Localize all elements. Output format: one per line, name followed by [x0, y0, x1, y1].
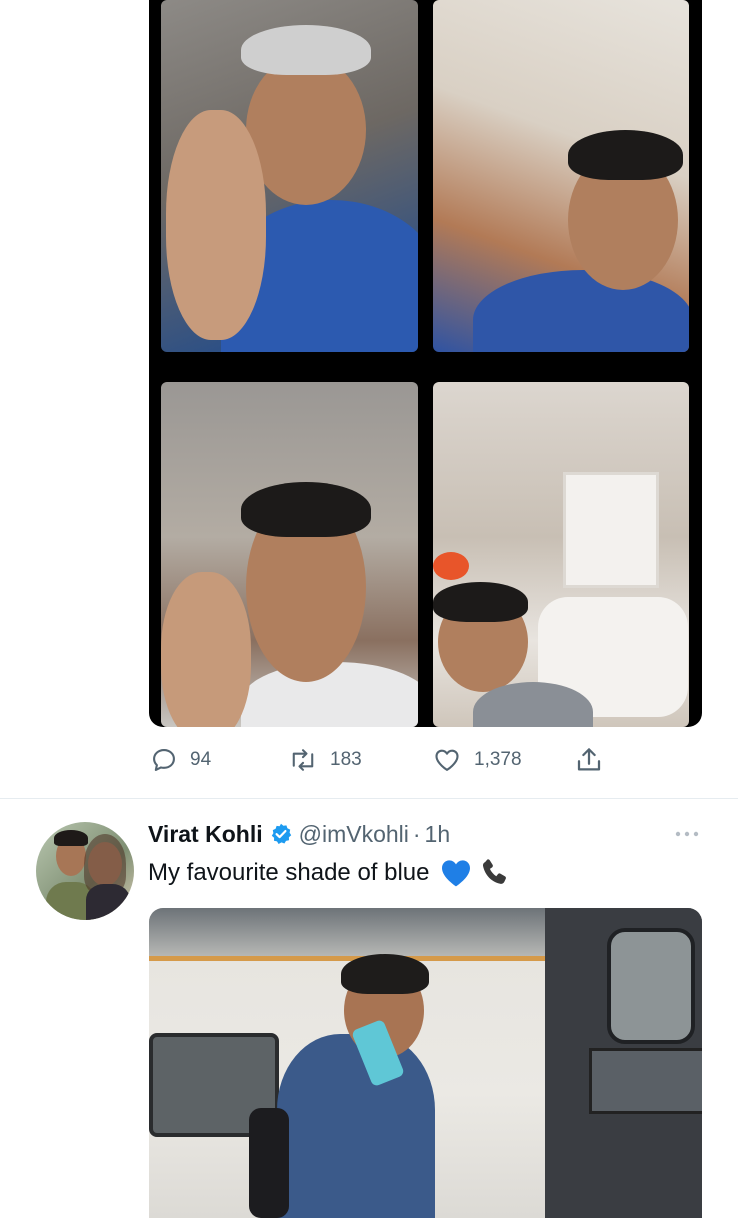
tweet-header: Virat Kohli @imVkohli · 1h: [148, 817, 450, 851]
like-icon: [432, 746, 462, 774]
tweet-text: My favourite shade of blue: [148, 856, 512, 890]
share-icon: [574, 745, 604, 775]
avatar[interactable]: [36, 822, 134, 920]
tweet-photo[interactable]: [149, 908, 702, 1218]
video-tile-3: [161, 382, 418, 727]
tweet-divider: [0, 798, 738, 799]
tweet-timestamp[interactable]: 1h: [425, 821, 451, 848]
author-handle[interactable]: @imVkohli: [299, 821, 409, 848]
tweet-body: My favourite shade of blue: [148, 859, 430, 886]
more-options-icon[interactable]: [672, 822, 702, 846]
video-tile-2: [433, 0, 689, 352]
tweet-action-bar: 94 183 1,378: [0, 740, 738, 780]
retweet-count: 183: [330, 749, 362, 770]
video-call-media-grid[interactable]: [149, 0, 702, 727]
blue-heart-icon: [440, 858, 472, 888]
video-tile-4: [433, 382, 689, 727]
separator-dot: ·: [412, 820, 421, 847]
video-tile-1: [161, 0, 418, 352]
share-button[interactable]: [574, 740, 604, 780]
telephone-receiver-icon: [478, 856, 512, 890]
reply-icon: [150, 746, 178, 774]
reply-count: 94: [190, 749, 212, 770]
like-button[interactable]: 1,378: [432, 740, 522, 780]
author-name[interactable]: Virat Kohli: [148, 821, 263, 848]
verified-badge-icon: [269, 822, 293, 846]
retweet-icon: [288, 746, 318, 774]
retweet-button[interactable]: 183: [288, 740, 362, 780]
reply-button[interactable]: 94: [150, 740, 211, 780]
like-count: 1,378: [474, 749, 522, 770]
